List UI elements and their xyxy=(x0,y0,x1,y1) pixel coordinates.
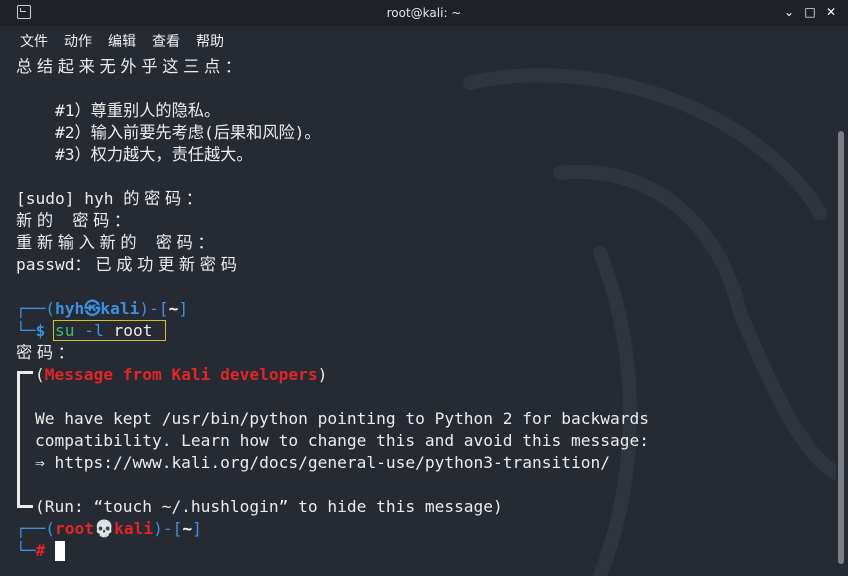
menu-help[interactable]: 帮助 xyxy=(196,31,224,51)
prompt-header: ┌──(hyh㉿kali)-[~] xyxy=(16,298,188,320)
message-link[interactable]: ⇒ https://www.kali.org/docs/general-use/… xyxy=(35,452,610,474)
prompt-dir: ~ xyxy=(168,299,179,318)
prompt-separator: ㉿ xyxy=(84,299,101,318)
run-hint: (Run: “touch ~/.hushlogin” to hide this … xyxy=(35,497,503,516)
prompt-end: ] xyxy=(178,299,189,318)
window-title: root@kali: ~ xyxy=(386,6,462,20)
message-border-bottom xyxy=(17,505,33,508)
passwd-result: passwd：已成功更新密码 xyxy=(16,254,242,276)
prompt-host: kali xyxy=(100,299,140,318)
prompt-close: )-[ xyxy=(139,299,169,318)
prompt-host: kali xyxy=(114,519,154,538)
retype-password-prompt: 重新输入新的 密码： xyxy=(16,233,219,252)
sudo-cjk: 的密码： xyxy=(123,189,207,208)
prompt-symbol: # xyxy=(35,541,46,560)
lecture-item: #2）输入前要先考虑(后果和风险)。 xyxy=(55,123,321,142)
prompt-user: root xyxy=(54,519,94,538)
root-prompt-header: ┌──(root💀kali)-[~] xyxy=(16,518,202,540)
prompt-corner: └─ xyxy=(16,321,36,340)
message-border-left xyxy=(17,371,20,508)
lecture-item: #3）权力越大，责任越大。 xyxy=(55,145,253,164)
passwd-message: ：已成功更新密码 xyxy=(74,255,242,274)
lecture-item: #1）尊重别人的隐私。 xyxy=(55,101,221,120)
root-prompt-line: └─# xyxy=(16,540,45,562)
menu-edit[interactable]: 编辑 xyxy=(108,31,136,51)
sudo-prompt: [sudo] hyh 的密码： xyxy=(16,188,207,210)
title-bar[interactable]: root@kali: ~ ⌄ □ ✕ xyxy=(0,0,848,26)
new-password-prompt: 新的 密码： xyxy=(16,211,135,230)
command-highlight-box xyxy=(53,320,166,341)
terminal-window: root@kali: ~ ⌄ □ ✕ 文件 动作 编辑 查看 帮助 总结起来无外… xyxy=(0,0,848,576)
prompt-corner: └─ xyxy=(16,541,36,560)
prompt-user: hyh xyxy=(54,299,85,318)
sudo-prefix: [sudo] hyh xyxy=(16,189,124,208)
menu-view[interactable]: 查看 xyxy=(152,31,180,51)
message-line: We have kept /usr/bin/python pointing to… xyxy=(35,409,649,428)
message-header: (Message from Kali developers) xyxy=(35,365,328,384)
terminal-output[interactable]: 总结起来无外乎这三点： #1）尊重别人的隐私。 #2）输入前要先考虑(后果和风险… xyxy=(0,53,836,576)
prompt-end: ] xyxy=(192,519,202,538)
skull-icon: 💀 xyxy=(93,519,115,538)
passwd-prefix: passwd xyxy=(16,255,75,274)
maximize-icon[interactable]: □ xyxy=(802,4,818,20)
prompt-dir: ~ xyxy=(182,519,193,538)
scrollbar-thumb[interactable] xyxy=(838,131,844,564)
prompt-symbol: $ xyxy=(35,321,46,340)
lecture-intro: 总结起来无外乎这三点： xyxy=(16,57,246,76)
message-border-top xyxy=(17,371,33,374)
message-title: Message from Kali developers xyxy=(44,365,318,384)
close-icon[interactable]: ✕ xyxy=(823,4,839,20)
menu-file[interactable]: 文件 xyxy=(20,31,48,51)
password-prompt: 密码： xyxy=(16,343,79,362)
minimize-icon[interactable]: ⌄ xyxy=(781,4,797,20)
menu-bar: 文件 动作 编辑 查看 帮助 xyxy=(0,26,848,53)
menu-action[interactable]: 动作 xyxy=(64,31,92,51)
text-cursor xyxy=(55,541,65,561)
prompt-open: ┌──( xyxy=(16,519,55,538)
prompt-open: ┌──( xyxy=(16,299,55,318)
message-line: compatibility. Learn how to change this … xyxy=(35,431,649,450)
prompt-close: )-[ xyxy=(153,519,183,538)
scrollbar[interactable] xyxy=(836,53,848,576)
